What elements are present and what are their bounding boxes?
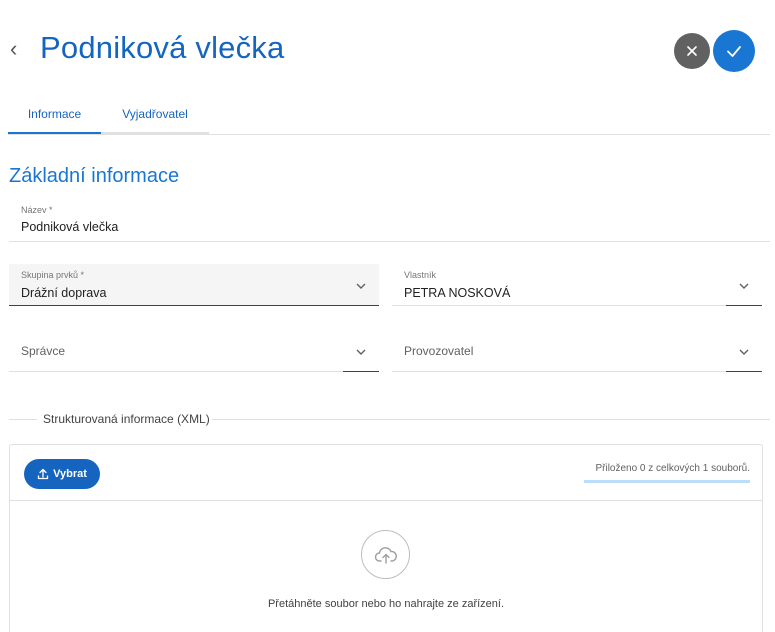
owner-select[interactable]: Vlastník PETRA NOSKOVÁ — [392, 264, 762, 306]
page-title: Podniková vlečka — [40, 30, 285, 65]
group-value: Drážní doprava — [21, 286, 107, 300]
select-underline — [726, 371, 762, 372]
chevron-down-icon[interactable] — [355, 280, 367, 292]
name-field[interactable]: Název * Podniková vlečka — [9, 199, 770, 242]
select-file-button[interactable]: Vybrat — [24, 459, 100, 489]
owner-value: PETRA NOSKOVÁ — [404, 286, 511, 300]
operator-placeholder: Provozovatel — [404, 344, 474, 358]
tab-bar: Informace Vyjadřovatel — [8, 100, 770, 135]
upload-drop-button[interactable] — [361, 530, 410, 579]
name-value: Podniková vlečka — [21, 220, 119, 234]
operator-select[interactable]: Provozovatel — [392, 330, 762, 372]
upload-icon — [37, 468, 49, 480]
group-select[interactable]: Skupina prvků * Drážní doprava — [9, 264, 379, 306]
upload-toolbar: Vybrat Přiloženo 0 z celkových 1 souborů… — [10, 445, 762, 501]
chevron-down-icon[interactable] — [738, 346, 750, 358]
tab-informace[interactable]: Informace — [8, 100, 101, 134]
chevron-down-icon[interactable] — [355, 346, 367, 358]
select-underline — [726, 305, 762, 306]
tab-vyjadrovatel[interactable]: Vyjadřovatel — [101, 100, 209, 134]
fieldset-legend: Strukturovaná informace (XML) — [43, 412, 210, 426]
group-label: Skupina prvků * — [21, 270, 85, 280]
upload-status: Přiloženo 0 z celkových 1 souborů. — [595, 463, 750, 474]
admin-select[interactable]: Správce — [9, 330, 379, 372]
admin-placeholder: Správce — [21, 344, 66, 358]
cloud-upload-icon — [374, 546, 397, 564]
confirm-button[interactable] — [713, 30, 755, 72]
file-upload-area: Vybrat Přiloženo 0 z celkových 1 souborů… — [9, 444, 763, 632]
drop-hint: Přetáhněte soubor nebo ho nahrajte ze za… — [267, 598, 505, 610]
section-title: Základní informace — [9, 165, 180, 187]
fieldset-divider — [212, 419, 770, 420]
select-file-label: Vybrat — [53, 468, 87, 480]
close-icon — [687, 46, 697, 56]
cancel-button[interactable] — [674, 33, 710, 69]
upload-progress-bar — [584, 480, 750, 483]
page-header: ‹ Podniková vlečka — [0, 0, 775, 100]
check-icon — [727, 46, 741, 57]
name-label: Název * — [21, 205, 53, 215]
owner-label: Vlastník — [404, 270, 437, 280]
fieldset-divider — [9, 419, 37, 420]
chevron-down-icon[interactable] — [738, 280, 750, 292]
select-underline — [343, 371, 379, 372]
chevron-left-icon[interactable]: ‹ — [10, 34, 17, 64]
